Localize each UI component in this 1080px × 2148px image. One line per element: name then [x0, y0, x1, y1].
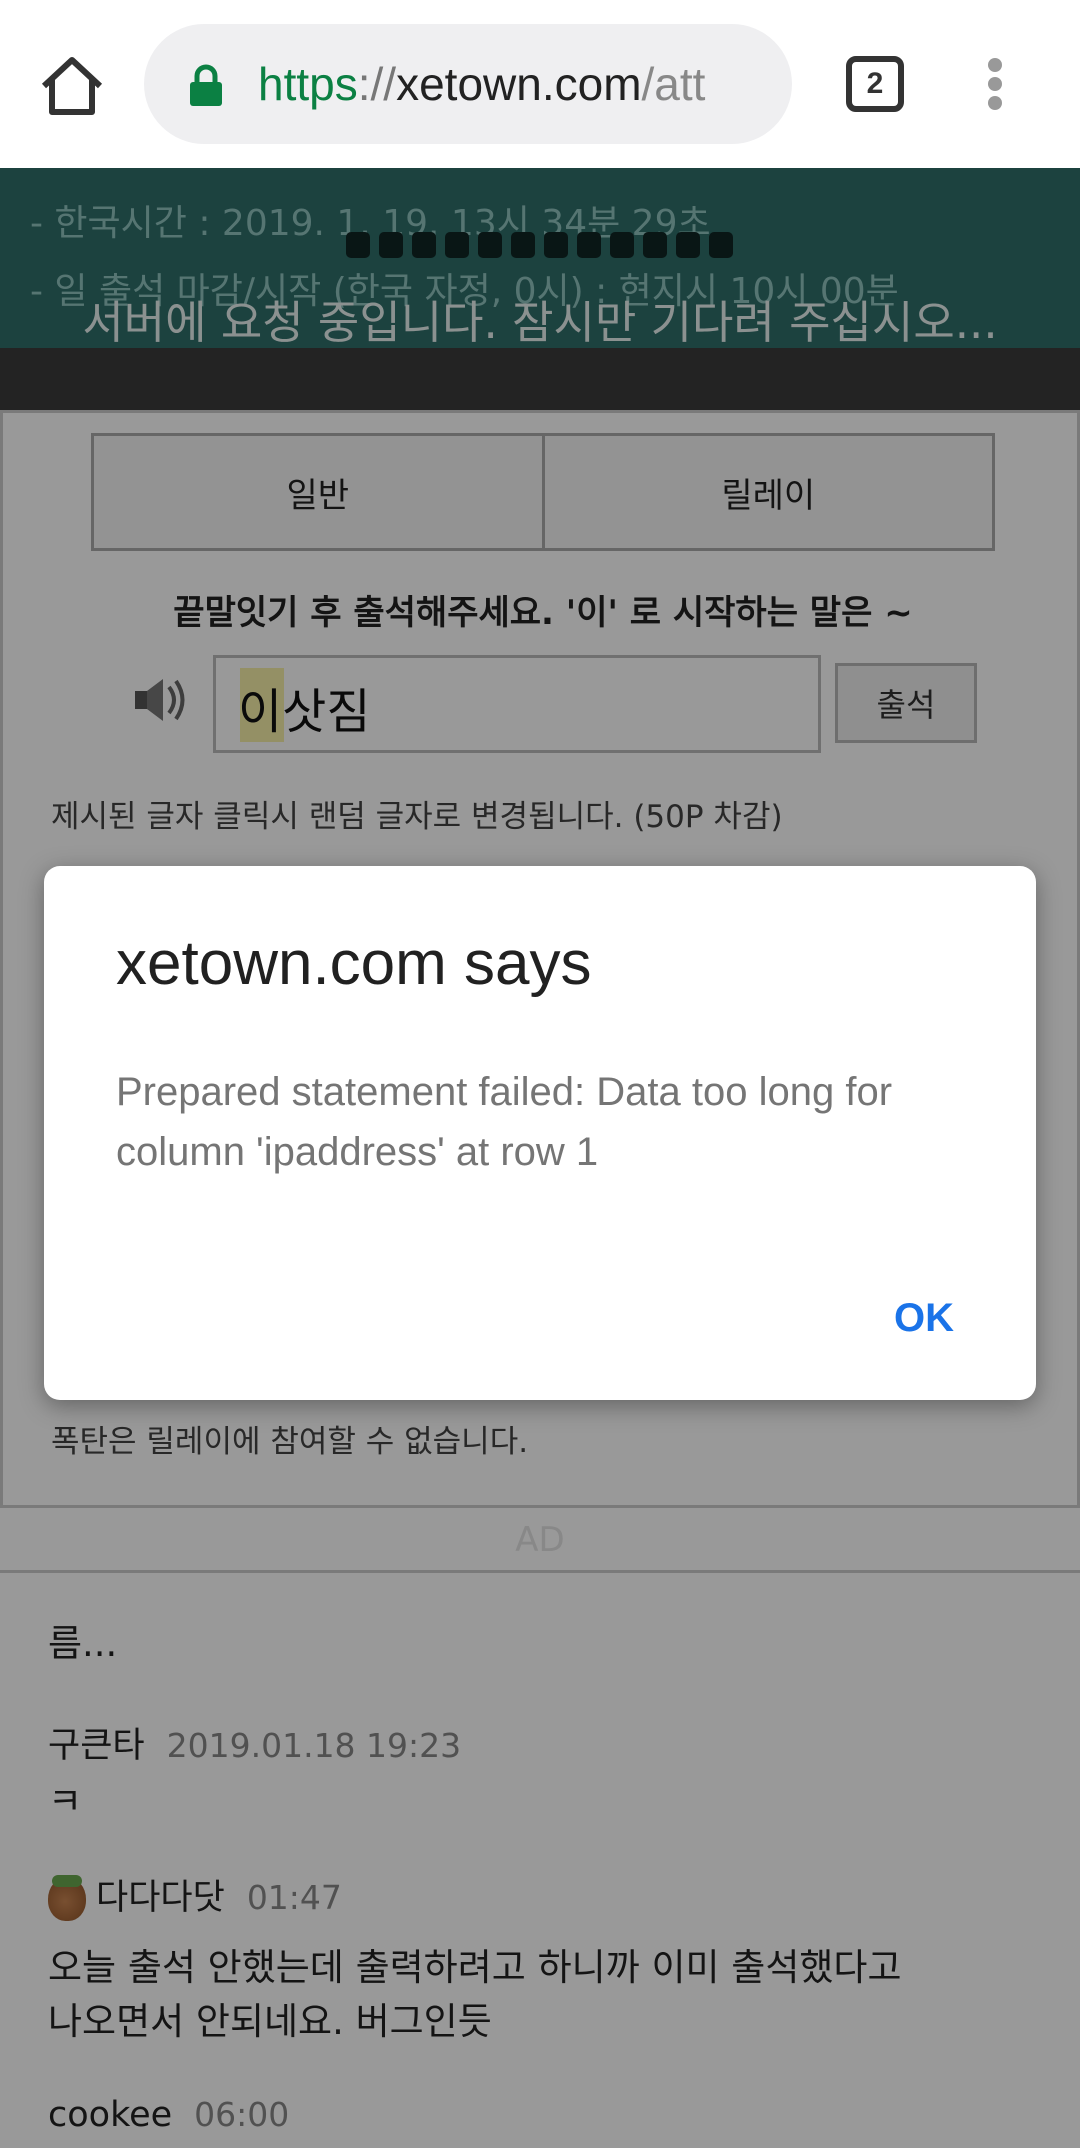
address-bar[interactable]: https://xetown.com/att [144, 24, 792, 144]
home-icon[interactable] [38, 52, 106, 120]
tab-switcher-button[interactable]: 2 [846, 56, 904, 112]
lock-icon [190, 64, 222, 106]
url-scheme: https [258, 58, 358, 110]
overflow-menu-icon[interactable] [980, 56, 1012, 112]
url-text: https://xetown.com/att [258, 54, 778, 114]
url-separator: :// [357, 58, 397, 110]
url-path: /att [641, 58, 706, 110]
dialog-message: Prepared statement failed: Data too long… [116, 1070, 893, 1174]
dialog-title: xetown.com says [116, 929, 592, 998]
ok-button[interactable]: OK [864, 1282, 984, 1354]
alert-dialog: xetown.com says Prepared statement faile… [44, 866, 1036, 1400]
browser-toolbar: https://xetown.com/att 2 [0, 0, 1080, 168]
url-host: xetown.com [396, 58, 642, 110]
